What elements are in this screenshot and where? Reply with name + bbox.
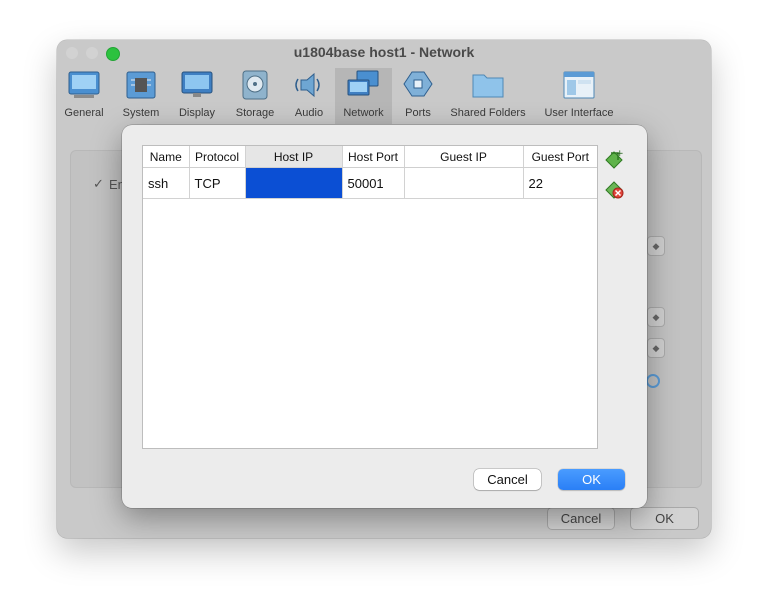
- settings-toolbar: General System Display Storage Audio Net…: [57, 68, 711, 124]
- background-ok-button[interactable]: OK: [630, 507, 699, 530]
- remove-rule-icon[interactable]: [603, 178, 625, 200]
- toolbar-item-storage[interactable]: Storage: [230, 68, 280, 124]
- folder-icon: [472, 74, 504, 98]
- table-header-row: Name Protocol Host IP Host Port Guest IP…: [143, 146, 597, 168]
- toolbar-item-user-interface[interactable]: User Interface: [538, 68, 620, 124]
- toolbar-item-network[interactable]: Network: [335, 68, 392, 124]
- toolbar-label: Network: [343, 107, 384, 119]
- network-icon: [347, 70, 379, 96]
- general-icon: [68, 71, 100, 98]
- background-cancel-button[interactable]: Cancel: [547, 507, 615, 530]
- ok-button[interactable]: OK: [558, 469, 625, 490]
- adapter-type-popup-arrows-icon[interactable]: ◆: [647, 307, 665, 327]
- port-forwarding-table: Name Protocol Host IP Host Port Guest IP…: [142, 145, 598, 449]
- toolbar-item-system[interactable]: System: [116, 68, 166, 124]
- monitor-icon: [181, 71, 213, 97]
- toolbar-item-audio[interactable]: Audio: [286, 68, 332, 124]
- toolbar-label: Storage: [235, 107, 275, 119]
- window-layout-icon: [563, 71, 595, 99]
- disk-icon: [242, 70, 268, 100]
- toolbar-item-shared-folders[interactable]: Shared Folders: [446, 68, 530, 124]
- promiscuous-popup-arrows-icon[interactable]: ◆: [647, 338, 665, 358]
- cell-guest-ip[interactable]: [404, 167, 524, 199]
- toolbar-item-ports[interactable]: Ports: [398, 68, 438, 124]
- port-forwarding-dialog: Name Protocol Host IP Host Port Guest IP…: [122, 125, 647, 508]
- toolbar-label: Display: [178, 107, 216, 119]
- cell-host-ip[interactable]: [245, 167, 343, 199]
- toolbar-label: Audio: [294, 107, 324, 119]
- title-bar: u1804base host1 - Network: [57, 40, 711, 66]
- toolbar-label: General: [64, 107, 104, 119]
- attached-to-popup-arrows-icon[interactable]: ◆: [647, 236, 665, 256]
- table-row[interactable]: ssh TCP 50001 22: [143, 167, 597, 199]
- window-title: u1804base host1 - Network: [293, 44, 475, 60]
- column-header-name[interactable]: Name: [143, 146, 190, 168]
- cell-host-port[interactable]: 50001: [342, 167, 405, 199]
- toolbar-label: User Interface: [544, 107, 614, 119]
- toolbar-label: Shared Folders: [450, 107, 526, 119]
- refresh-mac-icon[interactable]: [645, 373, 661, 389]
- add-rule-icon[interactable]: +: [603, 147, 625, 169]
- cell-protocol[interactable]: TCP: [189, 167, 246, 199]
- column-header-host-port[interactable]: Host Port: [342, 146, 405, 168]
- svg-text:+: +: [616, 149, 624, 159]
- cell-guest-port[interactable]: 22: [523, 167, 597, 199]
- enable-adapter-check-icon[interactable]: ✓: [93, 176, 104, 192]
- toolbar-label: Ports: [405, 107, 431, 119]
- toolbar-item-display[interactable]: Display: [172, 68, 222, 124]
- speaker-icon: [295, 72, 320, 98]
- column-header-host-ip[interactable]: Host IP: [245, 146, 343, 168]
- column-header-protocol[interactable]: Protocol: [189, 146, 246, 168]
- toolbar-label: System: [122, 107, 160, 119]
- cancel-button[interactable]: Cancel: [474, 469, 541, 490]
- cell-name[interactable]: ssh: [143, 167, 190, 199]
- column-header-guest-ip[interactable]: Guest IP: [404, 146, 524, 168]
- port-icon: [403, 71, 433, 97]
- column-header-guest-port[interactable]: Guest Port: [523, 146, 597, 168]
- toolbar-item-general[interactable]: General: [60, 68, 108, 124]
- chip-icon: [126, 71, 156, 99]
